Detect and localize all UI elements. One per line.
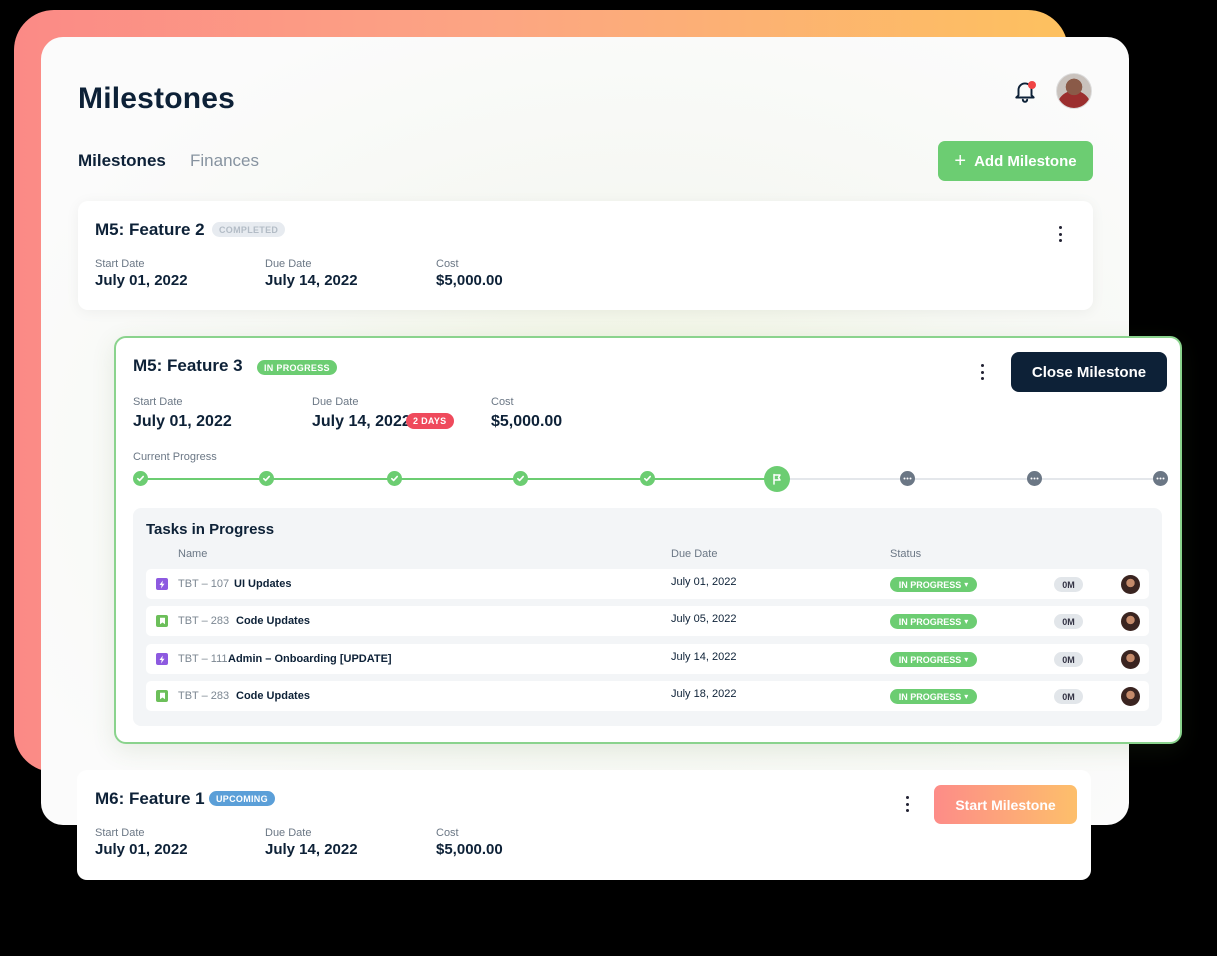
bookmark-icon [156, 690, 168, 702]
step-pending-icon [899, 471, 915, 486]
start-date-label: Start Date [133, 396, 183, 408]
chevron-down-icon: ▾ [964, 655, 969, 664]
due-date-label: Due Date [312, 396, 359, 408]
task-due-date: July 14, 2022 [671, 651, 737, 663]
task-status-dropdown[interactable]: IN PROGRESS ▾ [890, 689, 977, 704]
status-badge-upcoming: UPCOMING [209, 791, 275, 806]
cost-label: Cost [436, 827, 459, 839]
task-status-label: IN PROGRESS [898, 654, 962, 665]
due-date-label: Due Date [265, 827, 312, 839]
step-pending-icon [1152, 471, 1168, 486]
time-logged-badge: 0M [1054, 652, 1083, 667]
start-date-label: Start Date [95, 827, 145, 839]
start-milestone-button[interactable]: Start Milestone [934, 785, 1077, 824]
milestone-title: M5: Feature 2 [95, 220, 205, 239]
tab-finances[interactable]: Finances [190, 151, 259, 171]
more-options-icon[interactable] [902, 794, 912, 814]
task-status-label: IN PROGRESS [898, 616, 962, 627]
task-status-dropdown[interactable]: IN PROGRESS ▾ [890, 614, 977, 629]
cost-value: $5,000.00 [491, 413, 563, 430]
tasks-panel: Tasks in Progress Name Due Date Status T… [133, 508, 1162, 726]
task-row[interactable]: TBT – 283 Code Updates July 18, 2022 IN PRO… [146, 681, 1149, 711]
milestone-card-m5-feature-3: M5: Feature 3 IN PROGRESS Close Mileston… [114, 336, 1182, 744]
start-date-value: July 01, 2022 [95, 272, 188, 289]
more-options-icon[interactable] [1055, 224, 1065, 244]
due-date-value: July 14, 2022 [312, 413, 411, 430]
cost-value: $5,000.00 [436, 841, 503, 858]
time-logged-badge: 0M [1054, 689, 1083, 704]
add-milestone-button[interactable]: + Add Milestone [938, 141, 1093, 181]
lightning-icon [156, 578, 168, 590]
plus-icon: + [954, 150, 967, 172]
step-check-icon [258, 471, 274, 486]
progress-track-remaining [778, 478, 1160, 480]
user-avatar[interactable] [1056, 73, 1092, 109]
assignee-avatar[interactable] [1121, 575, 1140, 594]
task-due-date: July 01, 2022 [671, 576, 737, 588]
status-badge-completed: COMPLETED [212, 222, 286, 237]
days-left-badge: 2 DAYS [406, 413, 454, 429]
milestone-title: M5: Feature 3 [133, 356, 243, 375]
task-status-label: IN PROGRESS [898, 691, 962, 702]
more-options-icon[interactable] [977, 362, 987, 382]
step-flag-icon [764, 466, 790, 492]
task-due-date: July 05, 2022 [671, 613, 737, 625]
start-date-value: July 01, 2022 [95, 841, 188, 858]
cost-value: $5,000.00 [436, 272, 503, 289]
milestone-card-m5-feature-2: M5: Feature 2 COMPLETED Start Date July … [78, 201, 1093, 310]
tab-milestones[interactable]: Milestones [78, 151, 166, 171]
step-pending-icon [1026, 471, 1042, 486]
column-header-status: Status [890, 548, 922, 560]
step-check-icon [639, 471, 655, 486]
task-key: TBT – 111 [178, 653, 228, 665]
task-status-dropdown[interactable]: IN PROGRESS ▾ [890, 652, 977, 667]
chevron-down-icon: ▾ [964, 617, 969, 626]
task-name[interactable]: Admin – Onboarding [UPDATE] [228, 653, 392, 665]
task-key: TBT – 283 [178, 615, 230, 627]
task-name[interactable]: Code Updates [236, 690, 310, 702]
column-header-due-date: Due Date [671, 548, 718, 560]
chevron-down-icon: ▾ [964, 692, 969, 701]
task-status-label: IN PROGRESS [898, 579, 962, 590]
status-badge-in-progress: IN PROGRESS [257, 360, 337, 375]
assignee-avatar[interactable] [1121, 612, 1140, 631]
column-header-name: Name [178, 548, 208, 560]
task-row[interactable]: TBT – 283 Code Updates July 05, 2022 IN PRO… [146, 606, 1149, 636]
start-date-value: July 01, 2022 [133, 413, 232, 430]
progress-track-complete [140, 478, 778, 480]
start-date-label: Start Date [95, 258, 145, 270]
task-due-date: July 18, 2022 [671, 688, 737, 700]
tasks-title: Tasks in Progress [146, 521, 275, 538]
assignee-avatar[interactable] [1121, 650, 1140, 669]
step-check-icon [132, 471, 148, 486]
step-check-icon [512, 471, 528, 486]
step-check-icon [386, 471, 402, 486]
notification-dot [1028, 81, 1036, 89]
task-status-dropdown[interactable]: IN PROGRESS ▾ [890, 577, 977, 592]
cost-label: Cost [436, 258, 459, 270]
lightning-icon [156, 653, 168, 665]
bookmark-icon [156, 615, 168, 627]
task-row[interactable]: TBT – 111 Admin – Onboarding [UPDATE] July… [146, 644, 1149, 674]
time-logged-badge: 0M [1054, 577, 1083, 592]
time-logged-badge: 0M [1054, 614, 1083, 629]
page-title: Milestones [78, 82, 236, 115]
cost-label: Cost [491, 396, 514, 408]
close-milestone-button[interactable]: Close Milestone [1011, 352, 1167, 392]
task-name[interactable]: Code Updates [236, 615, 310, 627]
add-milestone-label: Add Milestone [974, 152, 1077, 170]
due-date-label: Due Date [265, 258, 312, 270]
due-date-value: July 14, 2022 [265, 272, 358, 289]
task-row[interactable]: TBT – 107 UI Updates July 01, 2022 IN PROGR… [146, 569, 1149, 599]
assignee-avatar[interactable] [1121, 687, 1140, 706]
due-date-value: July 14, 2022 [265, 841, 358, 858]
task-key: TBT – 107 [178, 578, 230, 590]
milestone-title: M6: Feature 1 [95, 789, 205, 808]
milestone-card-m6-feature-1: M6: Feature 1 UPCOMING Start Milestone S… [77, 770, 1091, 880]
chevron-down-icon: ▾ [964, 580, 969, 589]
current-progress-label: Current Progress [133, 451, 217, 463]
task-key: TBT – 283 [178, 690, 230, 702]
task-name[interactable]: UI Updates [234, 578, 291, 590]
